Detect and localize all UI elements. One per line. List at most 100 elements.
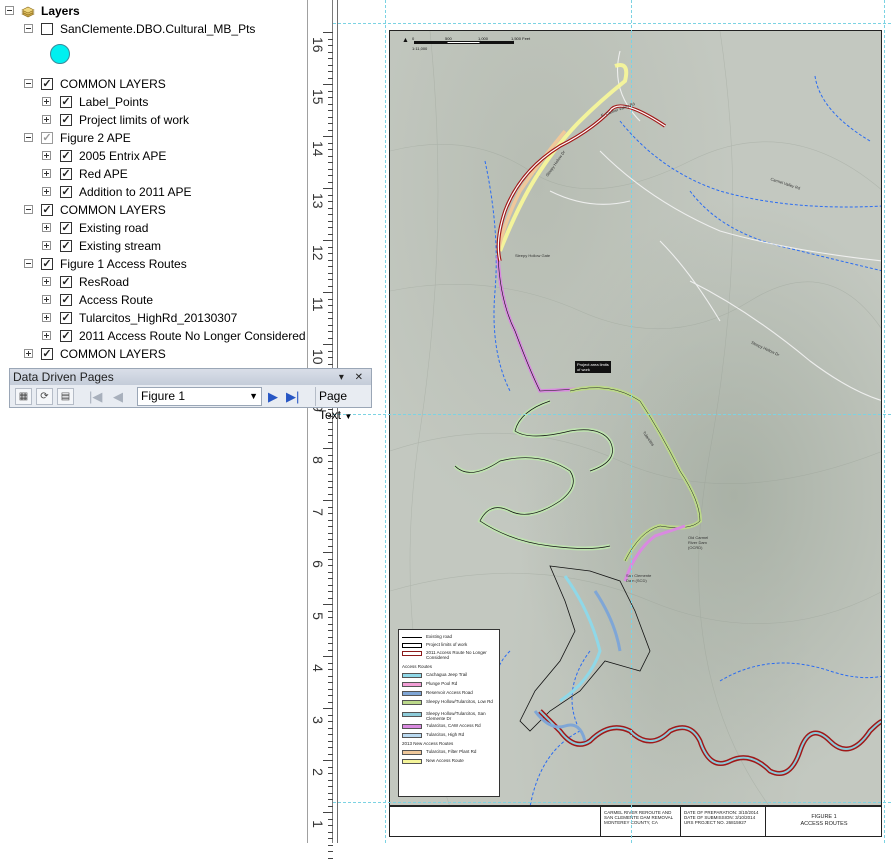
toc-layer-row[interactable]: ✓ Tularcitos_HighRd_20130307 bbox=[0, 309, 305, 327]
toc-layer-row[interactable]: ✓ Figure 1 Access Routes bbox=[0, 255, 305, 273]
refresh-icon[interactable]: ⟳ bbox=[36, 388, 53, 405]
layer-visibility-checkbox[interactable]: ✓ bbox=[60, 168, 72, 180]
layer-visibility-checkbox[interactable]: ✓ bbox=[60, 222, 72, 234]
ruler-minor-tick bbox=[328, 487, 333, 488]
toc-layer-row[interactable]: ✓ 2011 Access Route No Longer Considered bbox=[0, 327, 306, 345]
table-of-contents: Layers SanClemente.DBO.Cultural_MB_Pts ✓ C… bbox=[0, 0, 308, 843]
ruler-minor-tick bbox=[328, 318, 333, 319]
layer-visibility-checkbox[interactable]: ✓ bbox=[41, 348, 53, 360]
ruler-minor-tick bbox=[328, 461, 333, 462]
ruler-minor-tick bbox=[328, 818, 333, 820]
layer-visibility-checkbox[interactable]: ✓ bbox=[60, 276, 72, 288]
layer-visibility-checkbox[interactable]: ✓ bbox=[41, 78, 53, 90]
expand-toggle[interactable] bbox=[24, 349, 33, 358]
collapse-toggle[interactable] bbox=[5, 6, 14, 15]
expand-toggle[interactable] bbox=[42, 151, 51, 160]
stream-carmel bbox=[619, 120, 881, 208]
expand-toggle[interactable] bbox=[42, 313, 51, 322]
toc-layer-row[interactable]: ✓ Label_Points bbox=[0, 93, 305, 111]
ruler-label: 11 bbox=[310, 297, 326, 312]
legend-swatch bbox=[402, 691, 422, 696]
expand-toggle[interactable] bbox=[42, 331, 51, 340]
toc-layer-row[interactable]: ✓ Red APE bbox=[0, 165, 305, 183]
expand-toggle[interactable] bbox=[42, 187, 51, 196]
toc-layer-row[interactable]: ✓ COMMON LAYERS bbox=[0, 201, 305, 219]
ruler-tick bbox=[323, 240, 333, 241]
ruler-minor-tick bbox=[328, 194, 333, 196]
ruler-label: 7 bbox=[310, 508, 326, 516]
toolbar-window-controls[interactable]: ▾ ✕ bbox=[339, 370, 367, 386]
map-data-frame[interactable]: ▲ 1:11,000 0 500 1,000 1,500 Feet Project a… bbox=[389, 30, 882, 806]
toc-layer-row[interactable]: ✓ Project limits of work bbox=[0, 111, 305, 129]
ruler-minor-tick bbox=[328, 636, 333, 638]
ruler-minor-tick bbox=[328, 779, 333, 781]
toc-layer-row[interactable]: ✓ Addition to 2011 APE bbox=[0, 183, 305, 201]
collapse-toggle[interactable] bbox=[24, 259, 33, 268]
toc-layer-row[interactable]: ✓ COMMON LAYERS bbox=[0, 75, 305, 93]
layer-visibility-checkbox[interactable]: ✓ bbox=[41, 132, 53, 144]
layer-visibility-checkbox[interactable]: ✓ bbox=[60, 186, 72, 198]
toc-layer-row[interactable]: ✓ 2005 Entrix APE bbox=[0, 147, 305, 165]
layer-visibility-checkbox[interactable]: ✓ bbox=[60, 294, 72, 306]
expand-toggle[interactable] bbox=[42, 241, 51, 250]
collapse-toggle[interactable] bbox=[24, 24, 33, 33]
ruler-minor-tick bbox=[328, 64, 333, 66]
toc-layer-row[interactable]: ✓ Access Route bbox=[0, 291, 305, 309]
ruler-minor-tick bbox=[328, 623, 333, 625]
layer-visibility-checkbox[interactable]: ✓ bbox=[60, 114, 72, 126]
previous-page-icon[interactable]: ◀ bbox=[113, 388, 123, 405]
toc-layer-row[interactable]: SanClemente.DBO.Cultural_MB_Pts bbox=[0, 20, 305, 38]
legend-label: New Access Route bbox=[426, 758, 464, 763]
toolbar-title[interactable]: Data Driven Pages ▾ ✕ bbox=[10, 369, 371, 385]
expand-toggle[interactable] bbox=[42, 169, 51, 178]
page-select[interactable]: Figure 1 ▼ bbox=[137, 387, 262, 406]
ruler-minor-tick bbox=[328, 857, 333, 859]
legend-label: 2011 Access Route No Longer Considered bbox=[426, 650, 487, 660]
data-driven-pages-toolbar[interactable]: Data Driven Pages ▾ ✕ ▦ ⟳ ▤ |◀ ◀ Figure … bbox=[9, 368, 372, 422]
layer-label: COMMON LAYERS bbox=[60, 203, 166, 217]
legend-entry: Sleepy Hollow/Tularcitos, San Clemente D… bbox=[402, 711, 498, 721]
toc-layer-row[interactable]: ✓ COMMON LAYERS bbox=[0, 345, 305, 363]
ruler-label: 1 bbox=[310, 820, 326, 828]
ruler-minor-tick bbox=[328, 526, 333, 527]
next-page-icon[interactable]: ▶ bbox=[268, 388, 278, 405]
layer-visibility-checkbox[interactable]: ✓ bbox=[41, 204, 53, 216]
ruler-tick bbox=[323, 448, 333, 449]
legend-swatch bbox=[402, 700, 422, 705]
expand-toggle[interactable] bbox=[42, 223, 51, 232]
layer-visibility-checkbox[interactable]: ✓ bbox=[60, 330, 72, 342]
toc-root[interactable]: Layers bbox=[0, 2, 300, 20]
ruler-minor-tick bbox=[328, 786, 333, 787]
layer-visibility-checkbox[interactable]: ✓ bbox=[60, 240, 72, 252]
toc-layer-row[interactable]: ✓ Existing stream bbox=[0, 237, 305, 255]
expand-toggle[interactable] bbox=[42, 277, 51, 286]
collapse-toggle[interactable] bbox=[24, 205, 33, 214]
collapse-toggle[interactable] bbox=[24, 133, 33, 142]
page-setup-icon[interactable]: ▦ bbox=[15, 388, 32, 405]
expand-toggle[interactable] bbox=[42, 115, 51, 124]
ruler-minor-tick bbox=[328, 207, 333, 209]
ruler-tick bbox=[323, 812, 333, 813]
ruler-minor-tick bbox=[328, 669, 333, 670]
legend-swatch bbox=[402, 750, 422, 755]
toc-layer-row[interactable]: ✓ Existing road bbox=[0, 219, 305, 237]
toc-layer-row[interactable]: ✓ ResRoad bbox=[0, 273, 305, 291]
layer-visibility-checkbox[interactable]: ✓ bbox=[60, 96, 72, 108]
layer-visibility-checkbox[interactable]: ✓ bbox=[60, 150, 72, 162]
layer-visibility-checkbox[interactable]: ✓ bbox=[41, 258, 53, 270]
callout-project-area: Project area limits of work bbox=[575, 361, 611, 373]
layer-label: 2011 Access Route No Longer Considered bbox=[79, 329, 306, 343]
legend-swatch bbox=[402, 682, 422, 687]
layer-visibility-checkbox[interactable] bbox=[41, 23, 53, 35]
layer-visibility-checkbox[interactable]: ✓ bbox=[60, 312, 72, 324]
last-page-icon[interactable]: ▶| bbox=[286, 388, 299, 405]
first-page-icon[interactable]: |◀ bbox=[89, 388, 102, 405]
expand-toggle[interactable] bbox=[42, 295, 51, 304]
page-text-label: Page Text bbox=[319, 389, 348, 422]
toc-layer-row[interactable]: ✓ Figure 2 APE bbox=[0, 129, 305, 147]
attribute-table-icon[interactable]: ▤ bbox=[57, 388, 74, 405]
collapse-toggle[interactable] bbox=[24, 79, 33, 88]
page-text-menu[interactable]: Page Text ▼ bbox=[315, 387, 371, 422]
expand-toggle[interactable] bbox=[42, 97, 51, 106]
layout-view[interactable]: 16151413121110987654321 bbox=[309, 0, 891, 859]
